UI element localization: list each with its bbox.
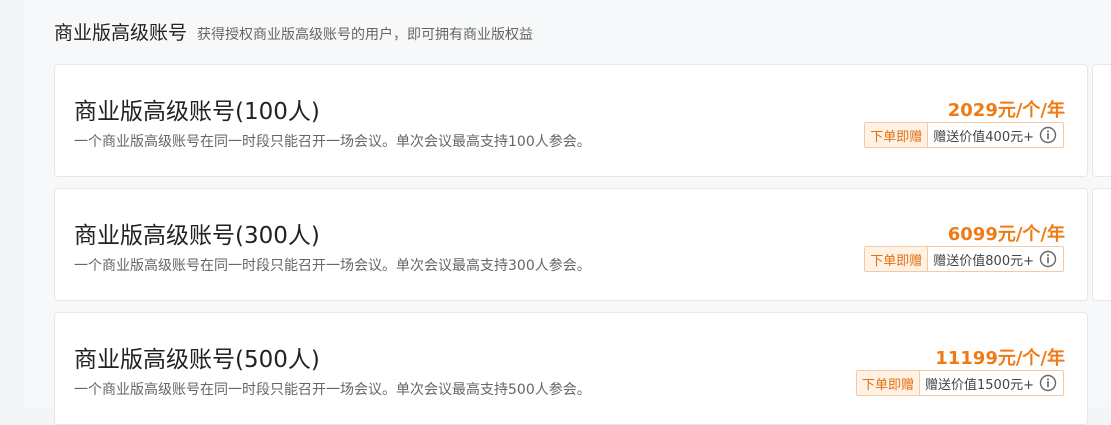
plan-price: 2029元/个/年 [947, 100, 1065, 121]
plan-card-300[interactable]: 商业版高级账号(300人) 一个商业版高级账号在同一时段只能召开一场会议。单次会… [54, 188, 1088, 301]
plan-card-100[interactable]: 商业版高级账号(100人) 一个商业版高级账号在同一时段只能召开一场会议。单次会… [54, 64, 1088, 177]
gift-value: 赠送价值400元+ [933, 129, 1034, 145]
plan-description: 一个商业版高级账号在同一时段只能召开一场会议。单次会议最高支持100人参会。 [74, 134, 591, 150]
plan-description: 一个商业版高级账号在同一时段只能召开一场会议。单次会议最高支持300人参会。 [74, 258, 591, 274]
info-circle-icon[interactable] [1038, 249, 1058, 269]
plan-name: 商业版高级账号(300人) [74, 223, 320, 249]
info-circle-icon[interactable] [1038, 373, 1058, 393]
plan-price: 6099元/个/年 [947, 224, 1065, 245]
section-header: 商业版高级账号 获得授权商业版高级账号的用户，即可拥有商业版权益 [54, 18, 533, 46]
gift-tag: 下单即赠 [865, 247, 929, 271]
plan-name: 商业版高级账号(500人) [74, 347, 320, 373]
info-circle-icon[interactable] [1038, 125, 1058, 145]
adjacent-card-edge [1092, 64, 1111, 177]
gift-tag: 下单即赠 [857, 371, 921, 395]
plan-name: 商业版高级账号(100人) [74, 99, 320, 125]
section-title: 商业版高级账号 [54, 22, 188, 44]
adjacent-card-edge [1092, 188, 1111, 301]
plan-description: 一个商业版高级账号在同一时段只能召开一场会议。单次会议最高支持500人参会。 [74, 382, 591, 398]
section-subtitle: 获得授权商业版高级账号的用户，即可拥有商业版权益 [197, 27, 534, 43]
plan-card-500[interactable]: 商业版高级账号(500人) 一个商业版高级账号在同一时段只能召开一场会议。单次会… [54, 312, 1088, 425]
gift-value: 赠送价值1500元+ [925, 377, 1034, 393]
gift-tag: 下单即赠 [865, 123, 929, 147]
plan-price: 11199元/个/年 [935, 348, 1065, 369]
gift-badge: 下单即赠 赠送价值400元+ [864, 122, 1064, 148]
gift-badge: 下单即赠 赠送价值800元+ [864, 246, 1064, 272]
gift-badge: 下单即赠 赠送价值1500元+ [856, 370, 1064, 396]
gift-value: 赠送价值800元+ [933, 253, 1034, 269]
